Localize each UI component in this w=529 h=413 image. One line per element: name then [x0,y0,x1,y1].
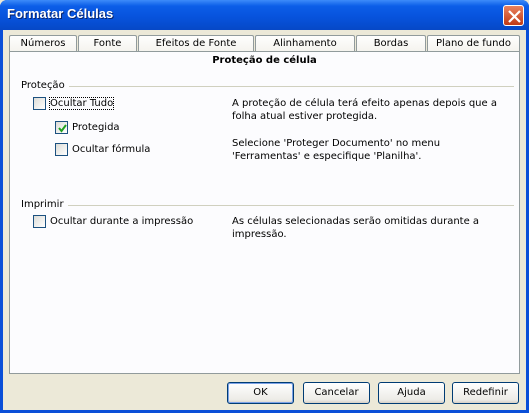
close-icon [508,10,521,23]
print-divider [21,205,514,206]
protected-label[interactable]: Protegida [72,122,120,133]
ok-button[interactable]: OK [227,382,294,404]
hide-formula-label[interactable]: Ocultar fórmula [72,144,150,155]
hide-all-box[interactable] [33,97,46,110]
tab-protecao-de-celula[interactable]: Proteção de célula [10,55,519,66]
protect-document-description: Selecione 'Proteger Documento' no menu '… [232,138,441,162]
protected-box[interactable] [55,121,68,134]
help-button[interactable]: Ajuda [378,382,445,404]
cancel-button[interactable]: Cancelar [303,382,370,404]
hide-formula-checkbox[interactable]: Ocultar fórmula [55,143,150,156]
hide-print-label[interactable]: Ocultar durante a impressão [50,216,193,227]
tab-bordas[interactable]: Bordas [356,35,426,52]
title-bar[interactable]: Formatar Células [0,0,529,30]
tab-fonte[interactable]: Fonte [78,35,137,52]
hide-print-checkbox[interactable]: Ocultar durante a impressão [33,215,193,228]
tab-plano-de-fundo[interactable]: Plano de fundo [427,35,520,52]
hide-all-checkbox[interactable]: Ocultar Tudo [33,97,115,110]
print-description: As células selecionadas serão omitidas d… [232,216,480,240]
tab-alinhamento[interactable]: Alinhamento [255,35,355,52]
protection-description: A proteção de célula terá efeito apenas … [232,98,497,122]
dialog-body: Números Fonte Efeitos de Fonte Alinhamen… [3,30,526,410]
protection-group-label: Proteção [21,80,69,91]
tab-efeitos-de-fonte[interactable]: Efeitos de Fonte [138,35,254,52]
hide-all-label[interactable]: Ocultar Tudo [48,97,115,110]
protected-checkbox[interactable]: Protegida [55,121,120,134]
hide-formula-box[interactable] [55,143,68,156]
hide-print-box[interactable] [33,215,46,228]
checkmark-icon [58,124,67,133]
protection-divider [21,86,514,87]
tab-panel: Proteção de célula Proteção Ocultar Tudo… [9,51,520,374]
window-title: Formatar Células [7,6,114,21]
tab-numeros[interactable]: Números [9,35,77,52]
print-group-label: Imprimir [21,199,68,210]
dialog-window: Formatar Células Números Fonte Efeitos d… [0,0,529,413]
close-button[interactable] [503,5,524,26]
reset-button[interactable]: Redefinir [452,382,519,404]
